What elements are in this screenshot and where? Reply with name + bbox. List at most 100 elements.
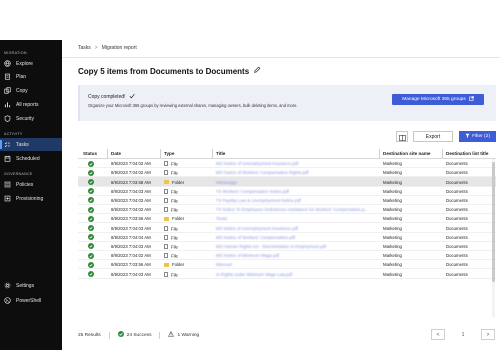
table-row[interactable]: 8/9/2023 7:04:04 AM File MO Notice of Work… xyxy=(78,233,496,242)
table-row[interactable]: 8/9/2023 7:03:58 AM Folder Mississippi Mark… xyxy=(78,177,496,187)
sidebar-item-tasks[interactable]: Tasks xyxy=(0,138,62,151)
cell-title[interactable]: MO Notice of Workers' Compensation.pdf xyxy=(216,235,376,240)
column-divider[interactable] xyxy=(160,149,161,158)
success-status-icon xyxy=(88,169,94,176)
edit-icon[interactable] xyxy=(253,66,261,76)
cell-destination-site: Marketing xyxy=(383,188,402,194)
sidebar-item-policies[interactable]: Policies xyxy=(0,178,62,191)
cell-type: File xyxy=(164,253,210,259)
cell-title[interactable]: TX Payday Law & Unemployment Notice.pdf xyxy=(216,198,376,203)
table-row[interactable]: 8/9/2023 7:04:02 AM File MO Notice of Unem… xyxy=(78,159,496,169)
table-row[interactable]: 8/9/2023 7:04:03 AM File IA Rights under M… xyxy=(78,269,496,279)
success-status-icon xyxy=(88,224,94,231)
table-row[interactable]: 8/9/2023 7:04:03 AM File MO Human Rights A… xyxy=(78,242,496,251)
warning-summary: 1 Warning xyxy=(168,331,199,339)
table-row[interactable]: 8/9/2023 7:04:03 AM File MS Notice of Unem… xyxy=(78,223,496,233)
column-header-status[interactable]: Status xyxy=(83,151,97,156)
column-header-date[interactable]: Date xyxy=(111,151,121,156)
cell-title[interactable]: IA Rights under Minimum Wage Law.pdf xyxy=(216,272,376,277)
sidebar-item-label: All reports xyxy=(16,101,39,108)
sidebar-item-scheduled[interactable]: Scheduled xyxy=(0,152,62,165)
sidebar-section-activity: ACTIVITY xyxy=(4,132,23,136)
sidebar-item-label: Settings xyxy=(16,282,35,289)
cell-title[interactable]: MO Notice of Workers' Compensation Right… xyxy=(216,170,376,175)
banner-title: Copy completed! xyxy=(88,93,135,101)
cell-destination-site: Marketing xyxy=(383,216,402,222)
next-page-button[interactable]: > xyxy=(481,329,495,340)
checkmark-icon xyxy=(129,93,135,101)
prev-page-button[interactable]: < xyxy=(431,329,445,340)
cell-date: 8/9/2023 7:04:02 AM xyxy=(111,170,151,176)
sidebar-item-explore[interactable]: Explore xyxy=(0,57,62,70)
cell-title[interactable]: MO Notice of Unemployment Insurance.pdf xyxy=(216,161,376,166)
manage-m365-groups-button[interactable]: Manage Microsoft 365 groups xyxy=(392,94,484,105)
column-header-destination-site[interactable]: Destination site name xyxy=(383,151,430,156)
column-divider[interactable] xyxy=(442,149,443,158)
cell-date: 8/9/2023 7:04:04 AM xyxy=(111,234,151,240)
cell-date: 8/9/2023 7:04:03 AM xyxy=(111,225,151,231)
table-row[interactable]: 8/9/2023 7:04:02 AM File MO Notice of Work… xyxy=(78,168,496,178)
provision-icon xyxy=(4,195,11,202)
sidebar-item-provisioning[interactable]: Provisioning xyxy=(0,192,62,205)
scrollbar-thumb[interactable] xyxy=(492,162,495,282)
column-divider[interactable] xyxy=(212,149,213,158)
table-row[interactable]: 8/9/2023 7:04:03 AM File TX Payday Law & U… xyxy=(78,196,496,205)
divider xyxy=(108,331,110,339)
table-row[interactable]: 8/9/2023 7:03:56 AM Folder Texas Marketing D… xyxy=(78,214,496,224)
file-icon xyxy=(164,271,168,277)
cell-destination-site: Marketing xyxy=(383,207,402,213)
table-row[interactable]: 8/9/2023 7:04:02 AM File TX Notice To Empl… xyxy=(78,205,496,215)
filter-button[interactable]: Filter (2) xyxy=(459,131,496,142)
tasks-icon xyxy=(4,141,11,148)
cell-title[interactable]: Mississippi xyxy=(216,180,376,185)
cell-title[interactable]: TX Notice To Employees Ordinances Assist… xyxy=(216,207,376,212)
table-row[interactable]: 8/9/2023 7:04:03 AM File TX Workers' Compe… xyxy=(78,187,496,196)
cell-type: File xyxy=(164,188,210,194)
breadcrumb-separator: > xyxy=(94,45,98,51)
file-icon xyxy=(164,253,168,259)
cell-destination-list: Documents xyxy=(446,188,468,194)
column-header-destination-list[interactable]: Destination list title xyxy=(446,151,488,156)
breadcrumb-tasks[interactable]: Tasks xyxy=(78,45,91,51)
column-divider[interactable] xyxy=(107,149,108,158)
sidebar-item-label: Plan xyxy=(16,73,27,80)
results-count: 25 Results xyxy=(78,332,101,338)
cell-destination-list: Documents xyxy=(446,170,468,176)
column-divider[interactable] xyxy=(379,149,380,158)
sidebar-item-settings[interactable]: Settings xyxy=(0,279,62,292)
breadcrumb-current: Migration report xyxy=(101,45,137,51)
sidebar-item-security[interactable]: Security xyxy=(0,112,62,125)
cell-type: File xyxy=(164,225,210,231)
export-button[interactable]: Export xyxy=(413,131,453,142)
banner-text: Organize your Microsoft 365 groups by re… xyxy=(88,103,298,108)
cell-title[interactable]: TX Workers' Compensation Notice.pdf xyxy=(216,189,376,194)
cell-date: 8/9/2023 7:03:58 AM xyxy=(111,179,151,185)
powershell-icon xyxy=(4,297,11,304)
cell-type: Folder xyxy=(164,180,210,185)
sidebar-item-copy[interactable]: Copy xyxy=(0,84,62,97)
column-header-type[interactable]: Type xyxy=(164,151,174,156)
column-view-button[interactable] xyxy=(396,131,408,142)
cell-destination-list: Documents xyxy=(446,198,468,204)
globe-icon xyxy=(4,60,11,67)
cell-title[interactable]: MS Notice of Unemployment Insurance.pdf xyxy=(216,226,376,231)
table-row[interactable]: 8/9/2023 7:03:56 AM Folder Missouri Marketi… xyxy=(78,260,496,270)
cell-title[interactable]: MO Notice of Minimum Wage.pdf xyxy=(216,253,376,258)
cell-date: 8/9/2023 7:03:56 AM xyxy=(111,262,151,268)
sidebar-item-all-reports[interactable]: All reports xyxy=(0,98,62,111)
cell-title[interactable]: Missouri xyxy=(216,262,376,267)
page-number: 1 xyxy=(461,331,465,338)
sidebar-item-powershell[interactable]: PowerShell xyxy=(0,294,62,307)
column-header-title[interactable]: Title xyxy=(216,151,225,156)
success-status-icon xyxy=(88,270,94,277)
cell-title[interactable]: MO Human Rights Act - Discrimination in … xyxy=(216,244,376,249)
success-icon xyxy=(117,331,124,339)
cell-date: 8/9/2023 7:04:03 AM xyxy=(111,271,151,277)
sidebar-item-label: Scheduled xyxy=(16,155,40,162)
success-count: 24 Success xyxy=(126,332,152,338)
cell-title[interactable]: Texas xyxy=(216,216,376,221)
sidebar-item-plan[interactable]: Plan xyxy=(0,70,62,83)
table-row[interactable]: 8/9/2023 7:04:02 AM File MO Notice of Mini… xyxy=(78,251,496,261)
divider xyxy=(62,57,500,58)
policy-icon xyxy=(4,181,11,188)
